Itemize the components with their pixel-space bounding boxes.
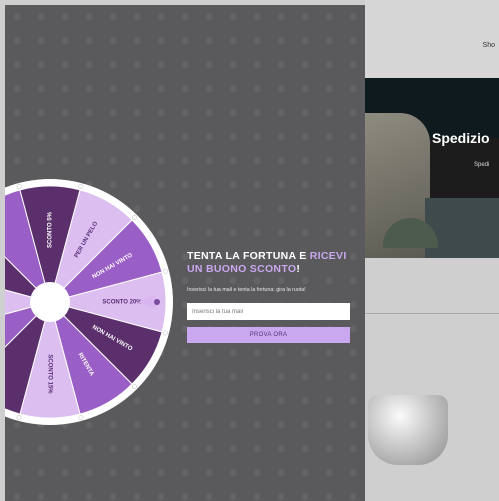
headline-text: TENTA LA FORTUNA E [187,250,310,262]
wheel-peg [16,184,22,190]
email-field[interactable] [187,303,350,320]
wheel-segment-label: SCONTO 20% [102,300,142,306]
wheel-peg [78,414,84,420]
product-image[interactable] [368,395,448,465]
wheel-segment-label: SCONTO 15% [46,354,52,394]
wheel-peg [16,414,22,420]
hero-subtitle: Spedi [474,162,490,168]
headline-accent-2: UN BUONO SCONTO [187,263,297,275]
popup-subtext: Inserisci la tua mail e tenta la fortuna… [187,287,306,293]
try-now-button[interactable]: PROVA ORA [187,327,350,343]
wheel-peg [162,268,168,274]
wheel-peg [132,215,137,220]
store-hero-banner [365,78,499,258]
wheel-hub [30,282,70,322]
wheel-peg [162,330,168,336]
headline-accent-1: RICEVI [309,250,347,262]
store-divider [365,313,499,314]
popup-headline: TENTA LA FORTUNA E RICEVI UN BUONO SCONTO… [187,250,357,276]
store-header: Sho [365,0,499,78]
hero-sea-image [425,198,499,258]
store-nav-link[interactable]: Sho [483,42,495,49]
wheel-pointer-icon [138,296,160,308]
hero-title: Spedizio [432,130,490,146]
headline-end: ! [296,263,301,275]
wheel-peg [132,384,137,389]
wheel-segment-label: SCONTO 5% [48,211,54,248]
spin-wheel-popup: SCONTO 20% NON HAI VINTO RITENTA SCONTO 15%… [5,5,365,501]
wheel-peg [78,184,84,190]
